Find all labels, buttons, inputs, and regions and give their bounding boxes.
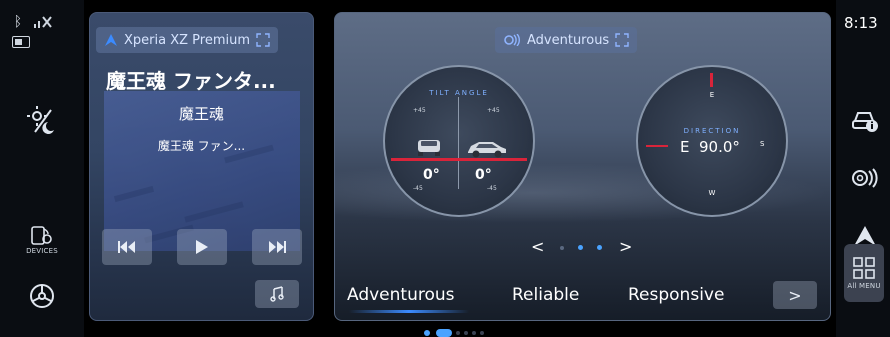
roll-value: 0°: [475, 167, 492, 183]
day-night-icon[interactable]: [22, 102, 62, 138]
home-page-dot: [472, 331, 476, 335]
track-title: 魔王魂 ファンタ...: [106, 69, 276, 93]
previous-button[interactable]: [102, 229, 152, 265]
android-auto-icon: [105, 34, 117, 46]
drive-mode-icon[interactable]: [848, 164, 882, 192]
all-menu-label: All MENU: [847, 281, 881, 290]
skip-forward-icon: [269, 241, 286, 253]
play-button[interactable]: [177, 229, 227, 265]
mode-chip[interactable]: Adventurous: [495, 27, 638, 53]
mode-chip-label: Adventurous: [527, 32, 610, 48]
terrain-mode-icon: [504, 34, 520, 46]
direction-reading: E 90.0°: [680, 138, 740, 156]
car-side-icon: [468, 142, 506, 158]
mode-reliable[interactable]: Reliable: [512, 285, 579, 305]
music-library-button[interactable]: [255, 280, 299, 308]
prev-page-arrow[interactable]: <: [531, 237, 544, 256]
tick-neg-left: -45: [413, 185, 423, 192]
mode-selected-underline: [349, 310, 469, 313]
direction-compass: E DIRECTION E 90.0° S W: [636, 65, 788, 217]
bluetooth-icon: ᛒ: [13, 14, 23, 30]
mode-responsive[interactable]: Responsive: [628, 285, 724, 305]
media-panel[interactable]: Xperia XZ Premium 魔王魂 ファンタ... 魔王魂 魔王魂 ファ…: [89, 12, 314, 321]
source-chip[interactable]: Xperia XZ Premium: [96, 27, 279, 53]
modes-next-button[interactable]: >: [773, 281, 817, 309]
home-page-dot: [424, 330, 430, 336]
home-page-dot: [480, 331, 484, 335]
skip-back-icon: [118, 241, 135, 253]
mode-adventurous[interactable]: Adventurous: [347, 285, 455, 305]
drive-mode-panel: Adventurous TILT ANGLE +45 +45 -45 -45 0…: [334, 12, 831, 321]
tick-neg-right: -45: [487, 185, 497, 192]
music-note-icon: [270, 286, 284, 302]
car-rear-icon: [418, 140, 440, 156]
settings-wheel-icon[interactable]: [22, 280, 62, 312]
tick-pos-right: +45: [487, 107, 500, 114]
left-rail: ᛒ DEVICES: [0, 0, 84, 337]
devices-button[interactable]: DEVICES: [20, 220, 64, 260]
home-page-dot-active: [436, 329, 452, 337]
devices-label: DEVICES: [26, 247, 58, 255]
expand-icon: [615, 33, 629, 47]
west-marker: [646, 145, 668, 147]
home-page-dot: [456, 331, 460, 335]
pager-dot-active: [578, 245, 583, 250]
expand-icon: [256, 33, 270, 47]
devices-icon: [31, 226, 52, 245]
compass-s: W: [708, 189, 716, 197]
clock: 8:13: [844, 14, 878, 32]
right-rail: 8:13 All MENU: [836, 0, 890, 337]
center-divider: [458, 97, 459, 189]
heading-marker: [710, 73, 713, 87]
next-page-arrow[interactable]: >: [619, 237, 632, 256]
artist-name: 魔王魂: [178, 105, 224, 123]
battery-icon: [12, 36, 30, 48]
direction-label: DIRECTION: [683, 127, 741, 135]
tick-pos-left: +45: [413, 107, 426, 114]
pager-dot: [560, 246, 564, 250]
grid-icon: [853, 256, 875, 279]
play-icon: [196, 240, 208, 254]
vehicle-info-icon[interactable]: [848, 104, 882, 136]
compass-e: S: [760, 140, 765, 148]
no-signal-icon: [32, 14, 54, 30]
next-button[interactable]: [252, 229, 302, 265]
pitch-value: 0°: [423, 167, 440, 183]
tilt-angle-gauge: TILT ANGLE +45 +45 -45 -45 0° 0°: [383, 65, 535, 217]
home-page-dot: [464, 331, 468, 335]
pager-dot-active: [597, 245, 602, 250]
album-name: 魔王魂 ファン...: [157, 139, 246, 153]
all-menu-button[interactable]: All MENU: [844, 244, 884, 302]
tilt-label: TILT ANGLE: [429, 89, 489, 97]
compass-n: E: [709, 91, 715, 99]
source-name: Xperia XZ Premium: [124, 32, 251, 48]
